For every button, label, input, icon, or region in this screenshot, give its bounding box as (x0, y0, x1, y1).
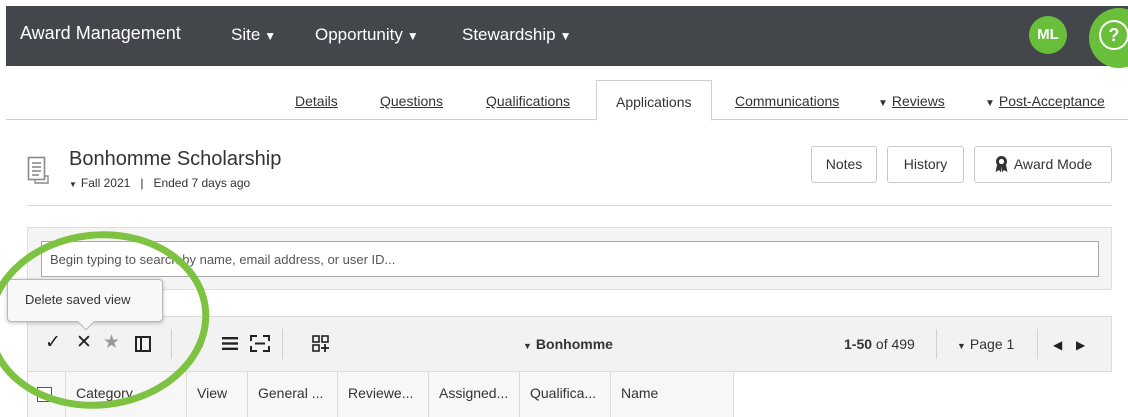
search-panel (27, 227, 1112, 290)
caret-down-icon: ▼ (957, 341, 966, 351)
cycle-selector[interactable]: ▼ Fall 2021 (69, 176, 130, 190)
saved-view-selector[interactable]: ▼ Bonhomme (523, 336, 613, 352)
list-icon[interactable] (222, 336, 238, 351)
nav-menu-label: Site (231, 25, 261, 44)
star-icon[interactable]: ★ (103, 332, 120, 354)
history-button[interactable]: History (887, 146, 964, 183)
column-header-qualifications[interactable]: Qualifica... (520, 372, 611, 417)
tab-applications[interactable]: Applications (596, 80, 712, 121)
caret-down-icon: ▼ (878, 98, 888, 109)
page-title: Bonhomme Scholarship (69, 148, 282, 170)
toolbar-separator (282, 329, 283, 359)
user-avatar[interactable]: ML (1029, 16, 1067, 54)
grid-toolbar: ✓ ✕ ★ ↓ ▼ Bonhomme 1-50 of 499 ▼ Page 1 ◀ … (27, 316, 1112, 372)
notes-button[interactable]: Notes (811, 146, 877, 183)
page-label: Page 1 (969, 336, 1015, 352)
opportunity-meta: ▼ Fall 2021 | Ended 7 days ago (69, 176, 250, 190)
column-header-assigned[interactable]: Assigned... (429, 372, 520, 417)
nav-menu-stewardship[interactable]: Stewardship ▼ (462, 25, 571, 45)
tab-qualifications[interactable]: Qualifications (486, 93, 570, 109)
tab-post-acceptance[interactable]: ▼ Post-Acceptance (985, 93, 1105, 109)
cycle-label: Fall 2021 (80, 176, 131, 190)
select-all-column (28, 372, 66, 417)
caret-down-icon: ▼ (264, 29, 277, 43)
tooltip-text: Delete saved view (25, 292, 131, 307)
caret-down-icon: ▼ (69, 180, 77, 189)
tab-communications[interactable]: Communications (735, 93, 839, 109)
result-count: 1-50 of 499 (844, 336, 915, 352)
check-icon[interactable]: ✓ (45, 332, 61, 354)
meta-separator: | (140, 176, 144, 190)
select-all-checkbox[interactable] (37, 387, 52, 402)
column-header-reviewers[interactable]: Reviewe... (338, 372, 429, 417)
app-title[interactable]: Award Management (20, 23, 181, 44)
caret-down-icon: ▼ (559, 29, 572, 43)
next-arrow-icon[interactable]: ▶ (1076, 338, 1085, 352)
award-mode-label: Award Mode (1013, 156, 1093, 172)
saved-view-label: Bonhomme (535, 336, 613, 352)
column-header-category[interactable]: Category (66, 372, 187, 417)
tab-label: Post-Acceptance (998, 93, 1105, 109)
add-grid-icon[interactable] (312, 335, 329, 352)
award-mode-button[interactable]: Award Mode (974, 146, 1112, 183)
toolbar-separator (936, 329, 937, 359)
tab-label: Reviews (891, 93, 945, 109)
caret-down-icon: ▼ (985, 98, 995, 109)
tab-details[interactable]: Details (295, 93, 338, 109)
column-header-general[interactable]: General ... (248, 372, 338, 417)
close-icon[interactable]: ✕ (76, 332, 92, 354)
column-header-name[interactable]: Name (611, 372, 734, 417)
caret-down-icon: ▼ (523, 341, 532, 351)
top-nav-bar: Award Management Site ▼ Opportunity ▼ Stew… (6, 6, 1128, 66)
page-selector[interactable]: ▼ Page 1 (957, 336, 1014, 352)
result-total: of 499 (875, 336, 915, 352)
header-divider (27, 205, 1112, 206)
tab-questions[interactable]: Questions (380, 93, 443, 109)
nav-menu-opportunity[interactable]: Opportunity ▼ (315, 25, 419, 45)
nav-menu-label: Stewardship (462, 25, 556, 44)
status-text: Ended 7 days ago (153, 176, 251, 190)
columns-icon[interactable] (135, 336, 151, 352)
result-range: 1-50 (844, 336, 873, 352)
delete-saved-view-tooltip: Delete saved view (7, 279, 163, 331)
grid-header: Category View General ... Reviewe... Ass… (27, 372, 1112, 417)
help-circle-icon: ? (1099, 20, 1128, 50)
document-list-icon (27, 156, 49, 184)
toolbar-separator (171, 329, 172, 359)
column-header-view[interactable]: View (187, 372, 248, 417)
tab-reviews[interactable]: ▼ Reviews (878, 93, 945, 109)
sort-icon[interactable]: ↓ (196, 332, 206, 354)
prev-arrow-icon[interactable]: ◀ (1053, 338, 1062, 352)
search-input[interactable] (41, 241, 1099, 277)
toolbar-separator (1037, 329, 1038, 359)
ribbon-icon (995, 156, 1008, 173)
caret-down-icon: ▼ (406, 29, 419, 43)
opportunity-tabs: Details Questions Qualifications Applica… (6, 66, 1128, 121)
nav-menu-label: Opportunity (315, 25, 403, 44)
nav-menu-site[interactable]: Site ▼ (231, 25, 276, 45)
expand-icon[interactable] (250, 335, 270, 352)
